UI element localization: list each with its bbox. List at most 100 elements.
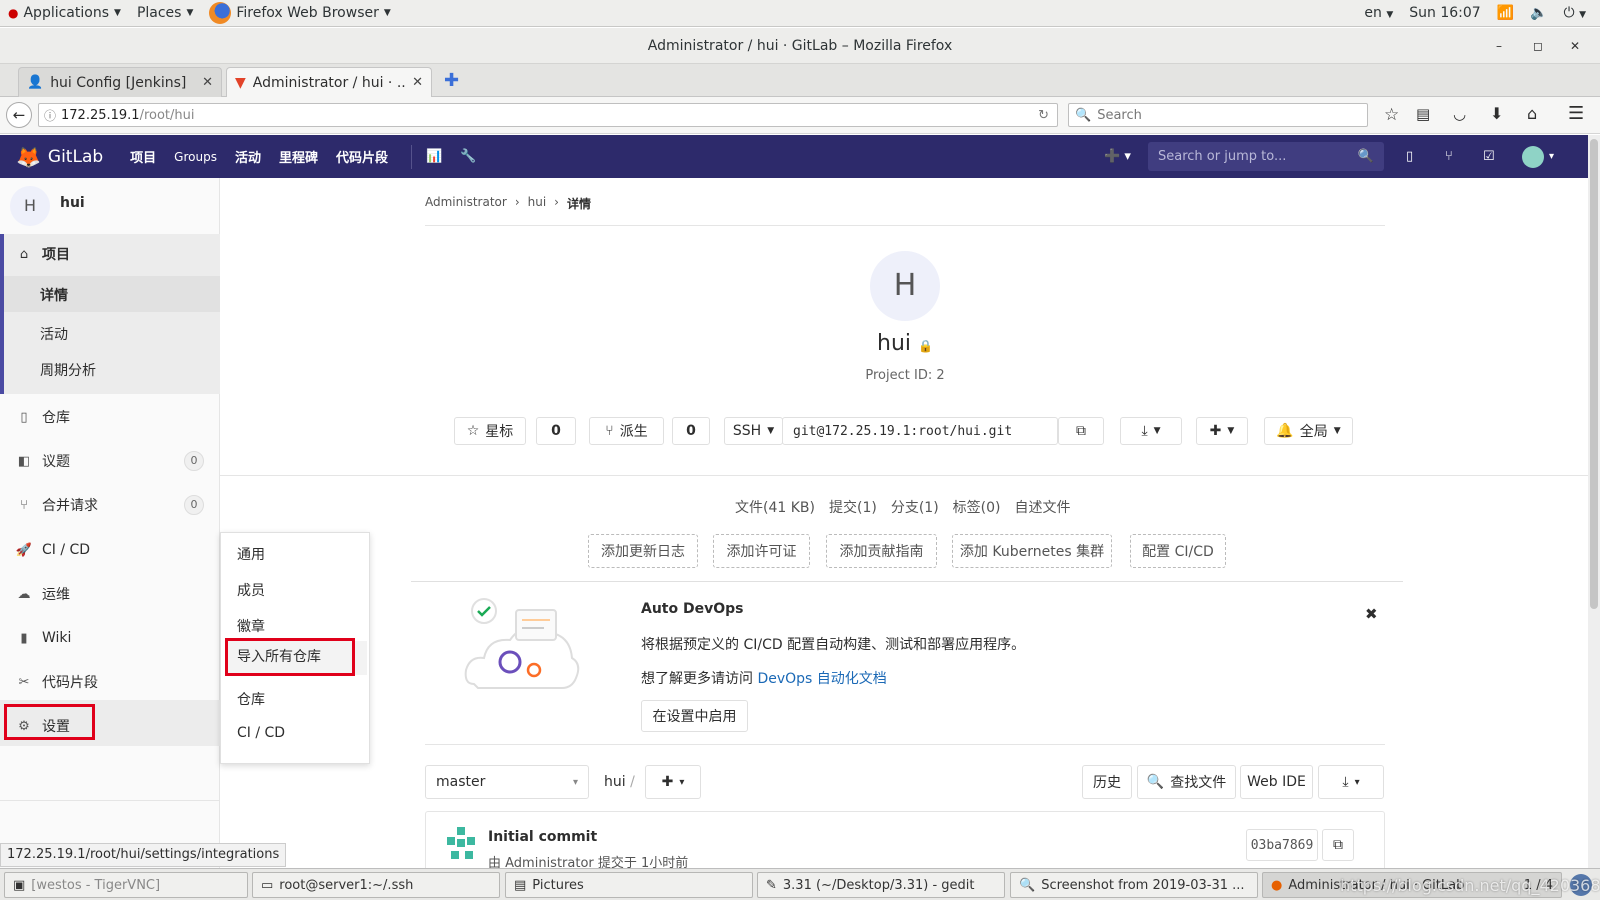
power-icon[interactable]: ⏻ ▼ [1564,5,1586,21]
bookmark-star-icon[interactable]: ☆ [1384,105,1399,125]
user-avatar[interactable] [1522,145,1544,168]
sidebar-project-name[interactable]: hui [60,195,85,211]
back-button[interactable]: ← [6,102,32,128]
gitlab-logo-icon[interactable]: 🦊 [16,145,41,169]
chevron-down-icon[interactable]: ▾ [1549,151,1554,162]
language-indicator[interactable]: en ▼ [1364,5,1393,21]
clock[interactable]: Sun 16:07 [1409,5,1480,21]
pocket-icon[interactable]: ◡ [1453,105,1466,123]
fork-button[interactable]: ⑂ 派生 [589,417,664,445]
add-dropdown[interactable]: ✚ ▼ [1196,417,1248,445]
nav-milestones[interactable]: 里程碑 [270,147,327,166]
flyout-item-repository[interactable]: 仓库 [237,689,265,709]
sidebar-item-ci-cd[interactable]: 🚀 CI / CD [0,540,220,560]
firefox-app-menu[interactable]: Firefox Web Browser ▼ [201,2,398,24]
todo-icon[interactable]: ☑ [1483,149,1495,164]
star-button[interactable]: ☆ 星标 [454,417,526,445]
reload-icon[interactable]: ↻ [1038,108,1057,123]
url-bar[interactable]: ⓘ 172.25.19.1/root/hui ↻ [38,103,1058,127]
stat-readme[interactable]: 自述文件 [1015,497,1071,517]
flyout-item-badges[interactable]: 徽章 [237,616,265,636]
enable-in-settings-button[interactable]: 在设置中启用 [641,700,748,732]
breadcrumb-current[interactable]: 详情 [567,195,591,212]
notification-dropdown[interactable]: 🔔 全局 ▼ [1264,417,1353,445]
issues-icon[interactable]: ▯ [1406,149,1413,164]
sidebar-item-repository[interactable]: ▯ 仓库 [0,407,220,427]
web-ide-button[interactable]: Web IDE [1240,765,1313,799]
minimize-icon[interactable]: – [1496,28,1502,64]
stat-commits[interactable]: 提交(1) [829,497,877,517]
add-changelog-button[interactable]: 添加更新日志 [588,534,698,568]
sidebar-subitem-activity[interactable]: 活动 [40,324,68,344]
reading-list-icon[interactable]: ▤ [1416,105,1430,123]
sidebar-item-project[interactable]: ⌂ 项目 [0,244,220,264]
home-icon[interactable]: ⌂ [1527,104,1537,123]
browser-search-field[interactable]: 🔍 Search [1068,103,1368,127]
scrollbar[interactable] [1588,135,1600,868]
new-dropdown[interactable]: ➕ ▾ [1104,149,1131,164]
copy-url-button[interactable]: ⧉ [1058,417,1104,445]
flyout-item-general[interactable]: 通用 [237,544,265,564]
commit-author-avatar[interactable] [443,825,479,861]
sidebar-item-merge-requests[interactable]: ⑂ 合并请求 0 [0,495,220,515]
close-icon[interactable]: ✖ [1365,605,1378,623]
download-dropdown-2[interactable]: ⤓ ▾ [1318,765,1384,799]
close-window-icon[interactable]: ✕ [1570,28,1580,64]
sidebar-item-snippets[interactable]: ✂ 代码片段 [0,672,220,692]
add-license-button[interactable]: 添加许可证 [713,534,810,568]
branch-selector[interactable]: master ▾ [425,765,589,799]
sidebar-item-issues[interactable]: ◧ 议题 0 [0,451,220,471]
task-screenshot[interactable]: 🔍 Screenshot from 2019-03-31 ... [1010,872,1258,898]
wrench-icon[interactable]: 🔧 [460,149,476,164]
nav-projects[interactable]: 项目 [121,147,165,166]
task-terminal[interactable]: ▭ root@server1:~/.ssh [252,872,500,898]
menu-icon[interactable]: ☰ [1568,103,1584,124]
task-pictures[interactable]: ▤ Pictures [505,872,753,898]
commit-title[interactable]: Initial commit [488,829,597,845]
fork-count[interactable]: 0 [672,417,710,445]
clone-url-input[interactable]: git@172.25.19.1:root/hui.git [782,417,1058,445]
applications-menu[interactable]: ● Applications ▼ [0,5,129,21]
devops-docs-link[interactable]: DevOps 自动化文档 [757,671,886,687]
breadcrumb-administrator[interactable]: Administrator [425,195,507,212]
commit-sha[interactable]: 03ba7869 [1246,829,1318,861]
task-tigervnc[interactable]: ▣ [westos - TigerVNC] [4,872,248,898]
maximize-icon[interactable]: ◻ [1533,28,1543,64]
star-count[interactable]: 0 [536,417,576,445]
sidebar-item-wiki[interactable]: ▮ Wiki [0,628,220,648]
history-button[interactable]: 历史 [1082,765,1132,799]
copy-sha-button[interactable]: ⧉ [1322,829,1354,861]
new-tab-icon[interactable]: ✚ [444,70,459,91]
downloads-icon[interactable]: ⬇ [1490,104,1503,123]
breadcrumb-project[interactable]: hui [528,195,547,212]
info-icon[interactable]: ⓘ [39,107,61,124]
close-tab-icon[interactable]: ✕ [202,75,213,90]
nav-snippets[interactable]: 代码片段 [327,147,397,166]
wifi-icon[interactable]: 📶 [1497,5,1514,21]
download-dropdown[interactable]: ⤓ ▼ [1120,417,1182,445]
merge-request-icon[interactable]: ⑂ [1445,149,1453,164]
add-contributing-button[interactable]: 添加贡献指南 [826,534,937,568]
project-avatar[interactable]: H [10,186,50,226]
sidebar-subitem-cycle-analytics[interactable]: 周期分析 [40,360,96,380]
chart-icon[interactable]: 📊 [426,149,442,164]
stat-branches[interactable]: 分支(1) [891,497,939,517]
setup-ci-cd-button[interactable]: 配置 CI/CD [1130,534,1226,568]
tab-gitlab[interactable]: ▼ Administrator / hui · ... ✕ [226,67,432,97]
add-file-dropdown[interactable]: ✚ ▾ [645,765,701,799]
stat-tags[interactable]: 标签(0) [953,497,1001,517]
task-gedit[interactable]: ✎ 3.31 (~/Desktop/3.31) - gedit [757,872,1005,898]
tab-jenkins[interactable]: 👤 hui Config [Jenkins] ✕ [18,67,222,97]
nav-activity[interactable]: 活动 [226,147,270,166]
close-tab-icon[interactable]: ✕ [412,75,423,90]
places-menu[interactable]: Places ▼ [129,5,201,21]
stat-files[interactable]: 文件(41 KB) [735,497,815,517]
add-kubernetes-button[interactable]: 添加 Kubernetes 集群 [952,534,1112,568]
nav-groups[interactable]: Groups [165,150,226,164]
volume-icon[interactable]: 🔈 [1530,5,1547,21]
gitlab-brand[interactable]: GitLab [48,147,103,167]
find-file-button[interactable]: 🔍 查找文件 [1137,765,1236,799]
flyout-item-members[interactable]: 成员 [237,580,265,600]
flyout-item-ci-cd[interactable]: CI / CD [237,725,285,741]
gitlab-search-input[interactable]: Search or jump to... 🔍 [1148,142,1384,171]
